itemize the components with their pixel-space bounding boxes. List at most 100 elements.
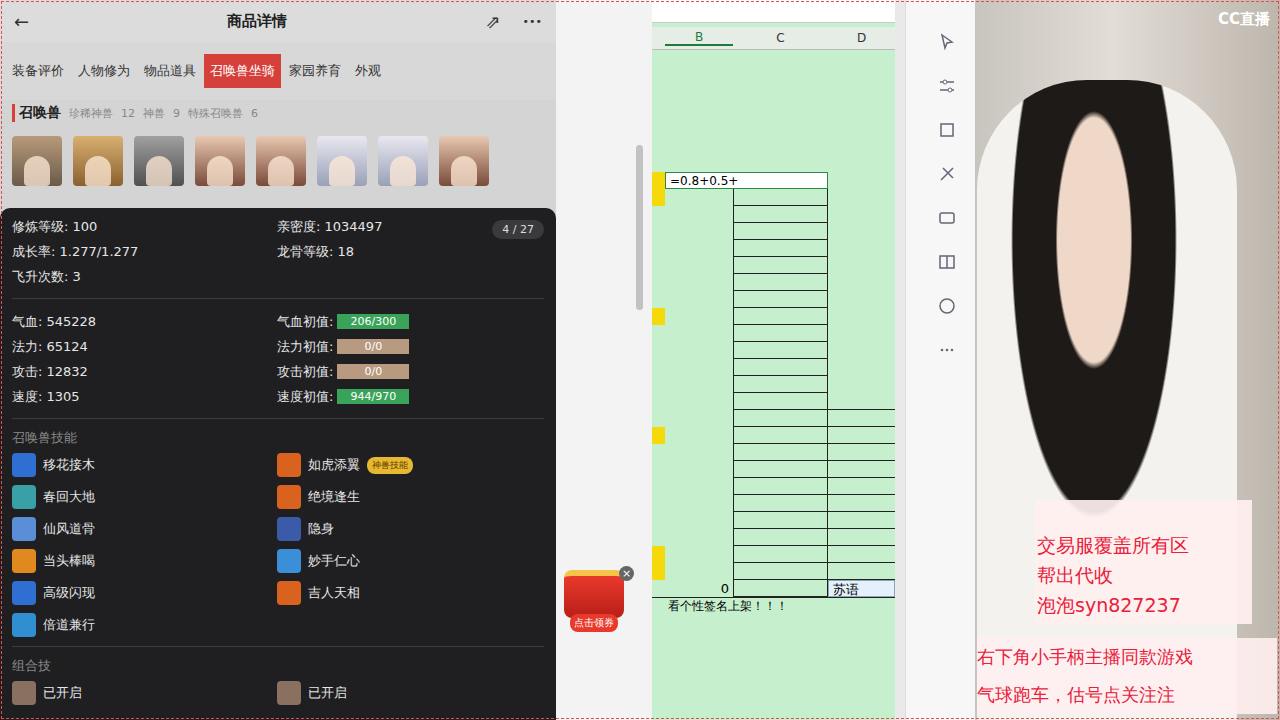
skill-item[interactable]: 如虎添翼 神兽技能 [277,453,544,477]
tool-icon[interactable] [937,120,957,140]
skill-item[interactable]: 隐身 [277,517,544,541]
cell[interactable] [733,189,828,206]
cell[interactable] [665,529,733,546]
cell[interactable] [828,342,895,359]
cell[interactable] [733,410,828,427]
cell[interactable] [733,393,828,410]
cell[interactable] [665,444,733,461]
cell[interactable] [828,172,895,189]
cell[interactable] [828,546,895,563]
tool-icon[interactable] [937,340,957,360]
cell[interactable] [665,189,733,206]
cell[interactable] [733,223,828,240]
pet-avatar[interactable] [378,136,428,186]
cell[interactable] [733,461,828,478]
tab[interactable]: 外观 [349,54,387,88]
column-label[interactable]: B [665,30,733,46]
cell[interactable] [828,291,895,308]
cell[interactable] [828,359,895,376]
cell[interactable] [733,563,828,580]
cell[interactable] [828,512,895,529]
skill-item[interactable]: 当头棒喝 [12,549,277,573]
tool-icon[interactable] [937,252,957,272]
cell[interactable] [665,240,733,257]
cell[interactable]: 0 [665,580,733,597]
cell[interactable] [733,206,828,223]
cell[interactable] [733,291,828,308]
cell[interactable] [665,512,733,529]
cell[interactable] [828,206,895,223]
cell[interactable] [828,563,895,580]
cell-editor[interactable]: =0.8+0.5+ [665,172,828,189]
cell[interactable] [733,580,828,597]
cell[interactable] [828,240,895,257]
tool-icon[interactable] [937,32,957,52]
tool-icon[interactable] [937,76,957,96]
cell[interactable] [733,427,828,444]
cell[interactable] [665,563,733,580]
cell[interactable] [665,410,733,427]
cell[interactable] [665,206,733,223]
cell[interactable] [733,274,828,291]
cell[interactable] [828,393,895,410]
back-button[interactable]: ← [14,11,29,32]
more-button[interactable]: ••• [523,15,542,28]
skill-item[interactable]: 春回大地 [12,485,277,509]
tab[interactable]: 家园养育 [283,54,347,88]
coupon-close[interactable]: × [619,566,634,581]
cell[interactable] [733,325,828,342]
cell[interactable] [733,308,828,325]
cell[interactable] [665,376,733,393]
cell[interactable] [665,495,733,512]
cell[interactable] [665,461,733,478]
cell[interactable] [665,325,733,342]
tab[interactable]: 装备评价 [6,54,70,88]
pet-avatar[interactable] [256,136,306,186]
tool-icon[interactable] [937,164,957,184]
tab[interactable]: 召唤兽坐骑 [204,54,281,88]
cell[interactable] [828,325,895,342]
cell[interactable]: 苏语 [828,580,895,597]
pet-avatar[interactable] [73,136,123,186]
coupon-button[interactable]: 点击领券 × [560,570,628,636]
share-button[interactable]: ⇗ [485,11,500,32]
pet-avatar[interactable] [317,136,367,186]
note-cell[interactable]: 看个性签名上架！！！ [665,598,788,615]
cell[interactable] [828,189,895,206]
cell[interactable] [733,240,828,257]
pet-avatar[interactable] [439,136,489,186]
pet-avatar[interactable] [134,136,184,186]
scrollbar-thumb[interactable] [636,145,643,310]
cell[interactable] [733,478,828,495]
tab[interactable]: 物品道具 [138,54,202,88]
cell[interactable] [733,257,828,274]
column-label[interactable]: C [733,31,828,45]
cell[interactable] [733,444,828,461]
cell[interactable] [665,308,733,325]
cell[interactable] [828,274,895,291]
cell[interactable] [733,359,828,376]
cell[interactable] [665,546,733,563]
cell[interactable] [665,291,733,308]
cell[interactable] [828,444,895,461]
cell[interactable] [665,274,733,291]
pet-avatar[interactable] [195,136,245,186]
cell[interactable] [828,529,895,546]
cell[interactable] [828,427,895,444]
cell[interactable] [665,223,733,240]
skill-item[interactable]: 倍道兼行 [12,613,277,637]
skill-item[interactable]: 移花接木 [12,453,277,477]
cell[interactable] [828,461,895,478]
cell[interactable] [828,376,895,393]
cell[interactable] [665,478,733,495]
cell[interactable] [733,495,828,512]
skill-item[interactable]: 绝境逢生 [277,485,544,509]
cell[interactable] [828,308,895,325]
tab[interactable]: 人物修为 [72,54,136,88]
skill-item[interactable]: 高级闪现 [12,581,277,605]
cell[interactable] [665,359,733,376]
cell[interactable] [665,427,733,444]
cell[interactable] [828,410,895,427]
cell[interactable] [828,495,895,512]
skill-item[interactable]: 吉人天相 [277,581,544,605]
